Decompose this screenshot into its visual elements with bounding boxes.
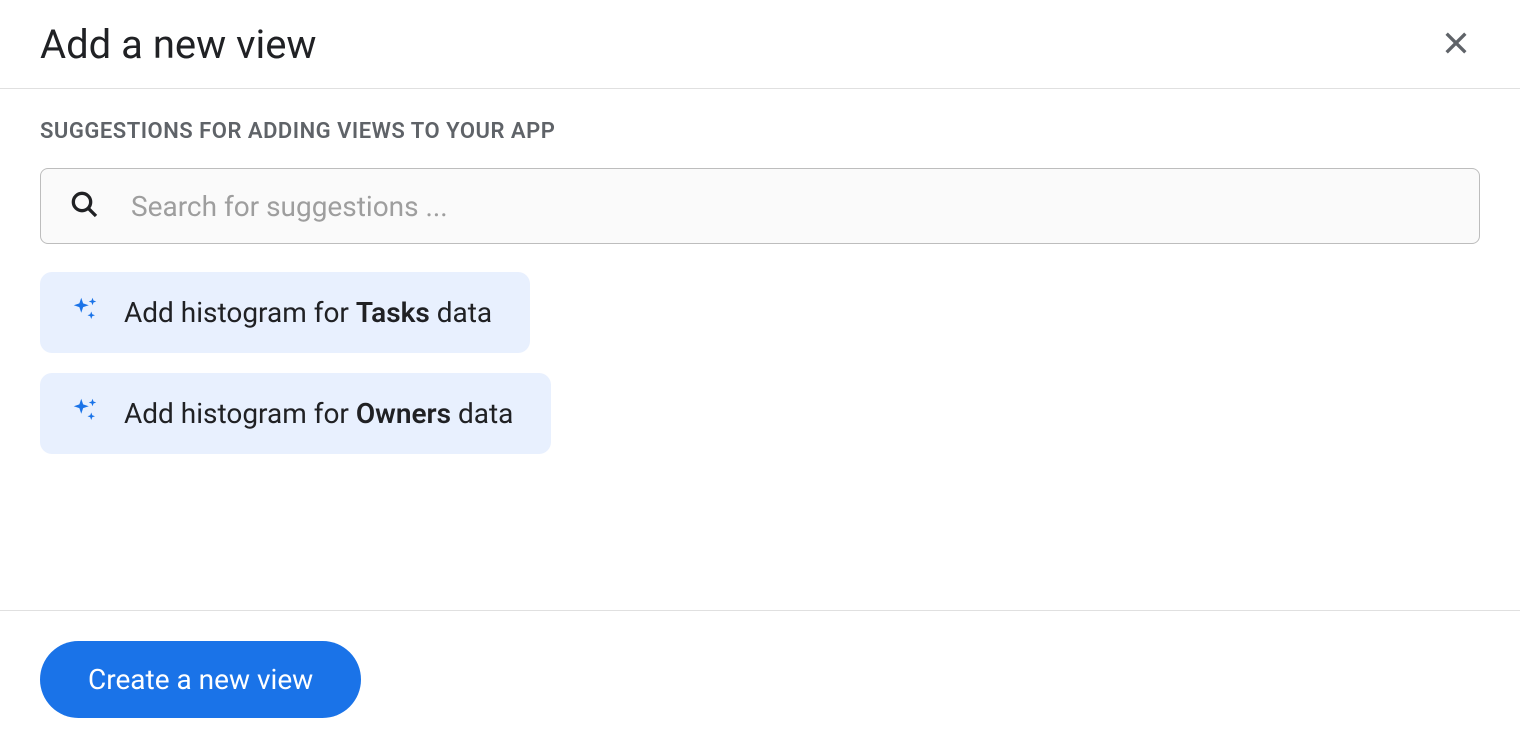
suggestion-suffix: data [451, 397, 513, 430]
search-wrapper [40, 168, 1480, 244]
suggestion-suffix: data [430, 296, 492, 329]
dialog-title: Add a new view [40, 21, 316, 68]
suggestion-text: Add histogram for Owners data [124, 397, 513, 430]
suggestion-list: Add histogram for Tasks data Add histogr… [40, 272, 1480, 454]
dialog-footer: Create a new view [0, 610, 1520, 748]
create-view-button[interactable]: Create a new view [40, 641, 361, 718]
close-icon [1440, 27, 1472, 62]
suggestion-item-owners[interactable]: Add histogram for Owners data [40, 373, 551, 454]
suggestion-prefix: Add histogram for [124, 397, 356, 430]
dialog-content: SUGGESTIONS FOR ADDING VIEWS TO YOUR APP [0, 89, 1520, 610]
add-view-dialog: Add a new view SUGGESTIONS FOR ADDING VI… [0, 0, 1520, 748]
dialog-header: Add a new view [0, 0, 1520, 89]
close-button[interactable] [1432, 20, 1480, 68]
sparkle-icon [70, 395, 100, 432]
suggestions-heading: SUGGESTIONS FOR ADDING VIEWS TO YOUR APP [40, 119, 1480, 144]
suggestion-prefix: Add histogram for [124, 296, 356, 329]
search-input[interactable] [40, 168, 1480, 244]
suggestion-text: Add histogram for Tasks data [124, 296, 492, 329]
suggestion-bold: Tasks [356, 296, 430, 329]
sparkle-icon [70, 294, 100, 331]
suggestion-item-tasks[interactable]: Add histogram for Tasks data [40, 272, 530, 353]
suggestion-bold: Owners [356, 397, 451, 430]
